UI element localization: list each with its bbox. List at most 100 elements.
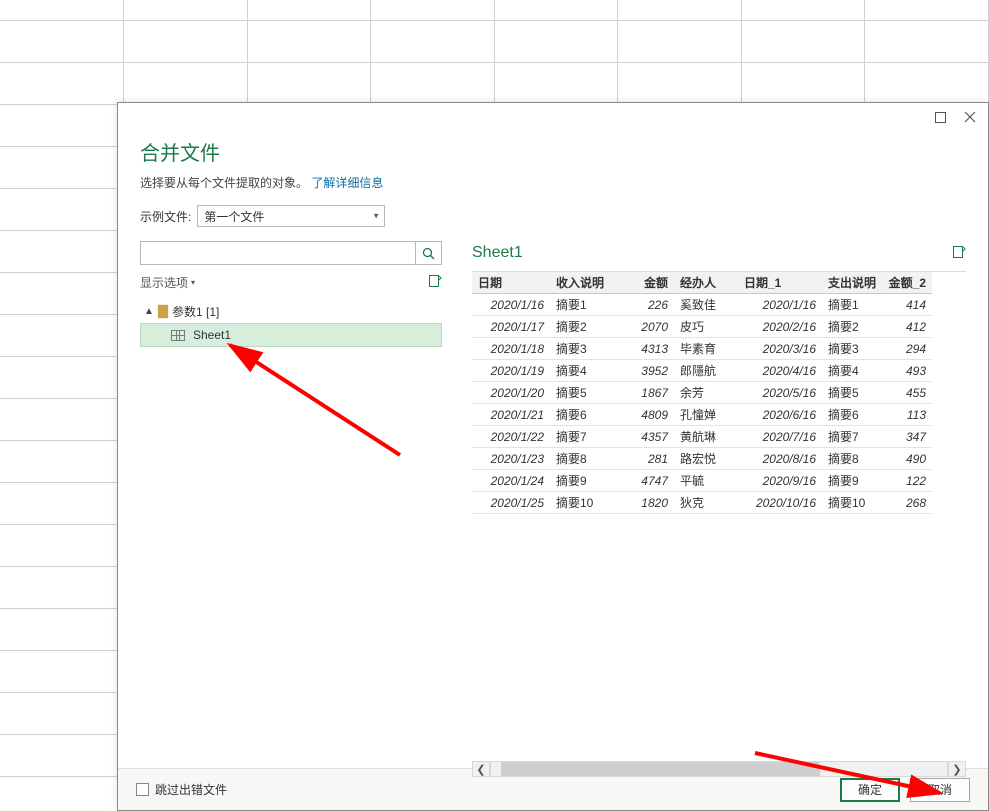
cell-person: 路宏悦 — [674, 448, 738, 470]
scrollbar-thumb[interactable] — [501, 762, 820, 776]
cell-expense-desc: 摘要8 — [822, 448, 882, 470]
cell-expense-desc: 摘要2 — [822, 316, 882, 338]
table-row[interactable]: 2020/1/24摘要94747平毓2020/9/16摘要9122 — [472, 470, 932, 492]
cell-amount: 281 — [612, 448, 674, 470]
cell-amount-2: 268 — [882, 492, 932, 514]
cell-expense-desc: 摘要4 — [822, 360, 882, 382]
learn-more-link[interactable]: 了解详细信息 — [311, 176, 383, 190]
cell-date: 2020/1/21 — [472, 404, 550, 426]
ok-button-label: 确定 — [858, 781, 882, 798]
search-icon[interactable] — [415, 242, 441, 264]
table-row[interactable]: 2020/1/21摘要64809孔憧婵2020/6/16摘要6113 — [472, 404, 932, 426]
cell-date-1: 2020/7/16 — [738, 426, 822, 448]
subtitle-text: 选择要从每个文件提取的对象。 — [140, 176, 308, 190]
cell-amount: 1867 — [612, 382, 674, 404]
table-row[interactable]: 2020/1/18摘要34313毕素育2020/3/16摘要3294 — [472, 338, 932, 360]
col-person[interactable]: 经办人 — [674, 272, 738, 294]
cell-date: 2020/1/23 — [472, 448, 550, 470]
skip-errors-option[interactable]: 跳过出错文件 — [136, 781, 227, 798]
sample-file-row: 示例文件: 第一个文件 ▾ — [140, 205, 966, 227]
cell-person: 孔憧婵 — [674, 404, 738, 426]
tree-folder[interactable]: ▲ ▇ 参数1 [1] — [140, 299, 442, 323]
cell-expense-desc: 摘要6 — [822, 404, 882, 426]
cell-amount: 4357 — [612, 426, 674, 448]
scrollbar-track[interactable] — [490, 761, 948, 777]
cell-person: 毕素育 — [674, 338, 738, 360]
table-row[interactable]: 2020/1/25摘要101820狄克2020/10/16摘要10268 — [472, 492, 932, 514]
preview-horizontal-scrollbar[interactable]: ❮ ❯ — [118, 760, 988, 778]
table-row[interactable]: 2020/1/20摘要51867余芳2020/5/16摘要5455 — [472, 382, 932, 404]
cell-income-desc: 摘要6 — [550, 404, 612, 426]
cell-expense-desc: 摘要3 — [822, 338, 882, 360]
col-expense-desc[interactable]: 支出说明 — [822, 272, 882, 294]
cell-date: 2020/1/18 — [472, 338, 550, 360]
cell-date: 2020/1/25 — [472, 492, 550, 514]
display-options-dropdown[interactable]: 显示选项 ▾ — [140, 274, 195, 291]
chevron-down-icon: ▾ — [374, 211, 379, 222]
cell-amount-2: 414 — [882, 294, 932, 316]
refresh-preview-icon[interactable] — [952, 245, 966, 262]
combine-files-dialog: 合并文件 选择要从每个文件提取的对象。 了解详细信息 示例文件: 第一个文件 ▾ — [117, 102, 989, 811]
tree-sheet-selected[interactable]: Sheet1 — [140, 323, 442, 347]
table-row[interactable]: 2020/1/16摘要1226奚致佳2020/1/16摘要1414 — [472, 294, 932, 316]
cell-person: 皮巧 — [674, 316, 738, 338]
sample-file-label: 示例文件: — [140, 208, 191, 225]
checkbox-icon[interactable] — [136, 783, 149, 796]
cell-amount: 3952 — [612, 360, 674, 382]
table-row[interactable]: 2020/1/17摘要22070皮巧2020/2/16摘要2412 — [472, 316, 932, 338]
cell-person: 平毓 — [674, 470, 738, 492]
cell-income-desc: 摘要5 — [550, 382, 612, 404]
table-row[interactable]: 2020/1/22摘要74357黄航琳2020/7/16摘要7347 — [472, 426, 932, 448]
col-amount[interactable]: 金额 — [612, 272, 674, 294]
cell-date-1: 2020/2/16 — [738, 316, 822, 338]
scroll-right-arrow-icon[interactable]: ❯ — [948, 761, 966, 777]
ok-button[interactable]: 确定 — [840, 778, 900, 802]
navigator-tree: ▲ ▇ 参数1 [1] Sheet1 — [140, 299, 442, 347]
cell-date-1: 2020/10/16 — [738, 492, 822, 514]
cell-date: 2020/1/17 — [472, 316, 550, 338]
col-income-desc[interactable]: 收入说明 — [550, 272, 612, 294]
cancel-button[interactable]: 取消 — [910, 778, 970, 802]
search-input[interactable] — [141, 242, 413, 264]
worksheet-icon — [171, 330, 185, 341]
cell-expense-desc: 摘要9 — [822, 470, 882, 492]
cell-income-desc: 摘要10 — [550, 492, 612, 514]
cell-amount: 226 — [612, 294, 674, 316]
cell-income-desc: 摘要9 — [550, 470, 612, 492]
search-box — [140, 241, 442, 265]
cell-person: 狄克 — [674, 492, 738, 514]
cell-income-desc: 摘要3 — [550, 338, 612, 360]
chevron-down-icon: ▾ — [191, 278, 195, 287]
close-button[interactable] — [958, 107, 982, 127]
sample-file-select[interactable]: 第一个文件 ▾ — [197, 205, 385, 227]
cell-date-1: 2020/8/16 — [738, 448, 822, 470]
table-row[interactable]: 2020/1/19摘要43952郎隱航2020/4/16摘要4493 — [472, 360, 932, 382]
table-row[interactable]: 2020/1/23摘要8281路宏悦2020/8/16摘要8490 — [472, 448, 932, 470]
skip-errors-label: 跳过出错文件 — [155, 781, 227, 798]
cell-expense-desc: 摘要7 — [822, 426, 882, 448]
cell-amount: 4747 — [612, 470, 674, 492]
dialog-title: 合并文件 — [140, 137, 966, 166]
collapse-arrow-icon: ▲ — [144, 306, 154, 317]
col-date[interactable]: 日期 — [472, 272, 550, 294]
refresh-navigator-icon[interactable] — [428, 274, 442, 291]
cancel-button-label: 取消 — [928, 781, 952, 798]
cell-amount: 1820 — [612, 492, 674, 514]
preview-table-container: 日期 收入说明 金额 经办人 日期_1 支出说明 金额_2 2020/1/16摘… — [472, 271, 966, 768]
navigator-pane: 显示选项 ▾ ▲ ▇ 参数1 [1] Sheet1 — [140, 241, 442, 768]
cell-date: 2020/1/22 — [472, 426, 550, 448]
col-amount-2[interactable]: 金额_2 — [882, 272, 932, 294]
cell-amount-2: 412 — [882, 316, 932, 338]
preview-title: Sheet1 — [472, 244, 523, 262]
col-date-1[interactable]: 日期_1 — [738, 272, 822, 294]
cell-amount-2: 455 — [882, 382, 932, 404]
cell-person: 郎隱航 — [674, 360, 738, 382]
cell-income-desc: 摘要4 — [550, 360, 612, 382]
cell-income-desc: 摘要1 — [550, 294, 612, 316]
cell-expense-desc: 摘要10 — [822, 492, 882, 514]
cell-date-1: 2020/6/16 — [738, 404, 822, 426]
scroll-left-arrow-icon[interactable]: ❮ — [472, 761, 490, 777]
maximize-button[interactable] — [928, 107, 952, 127]
cell-amount: 4809 — [612, 404, 674, 426]
tree-sheet-label: Sheet1 — [193, 328, 231, 342]
